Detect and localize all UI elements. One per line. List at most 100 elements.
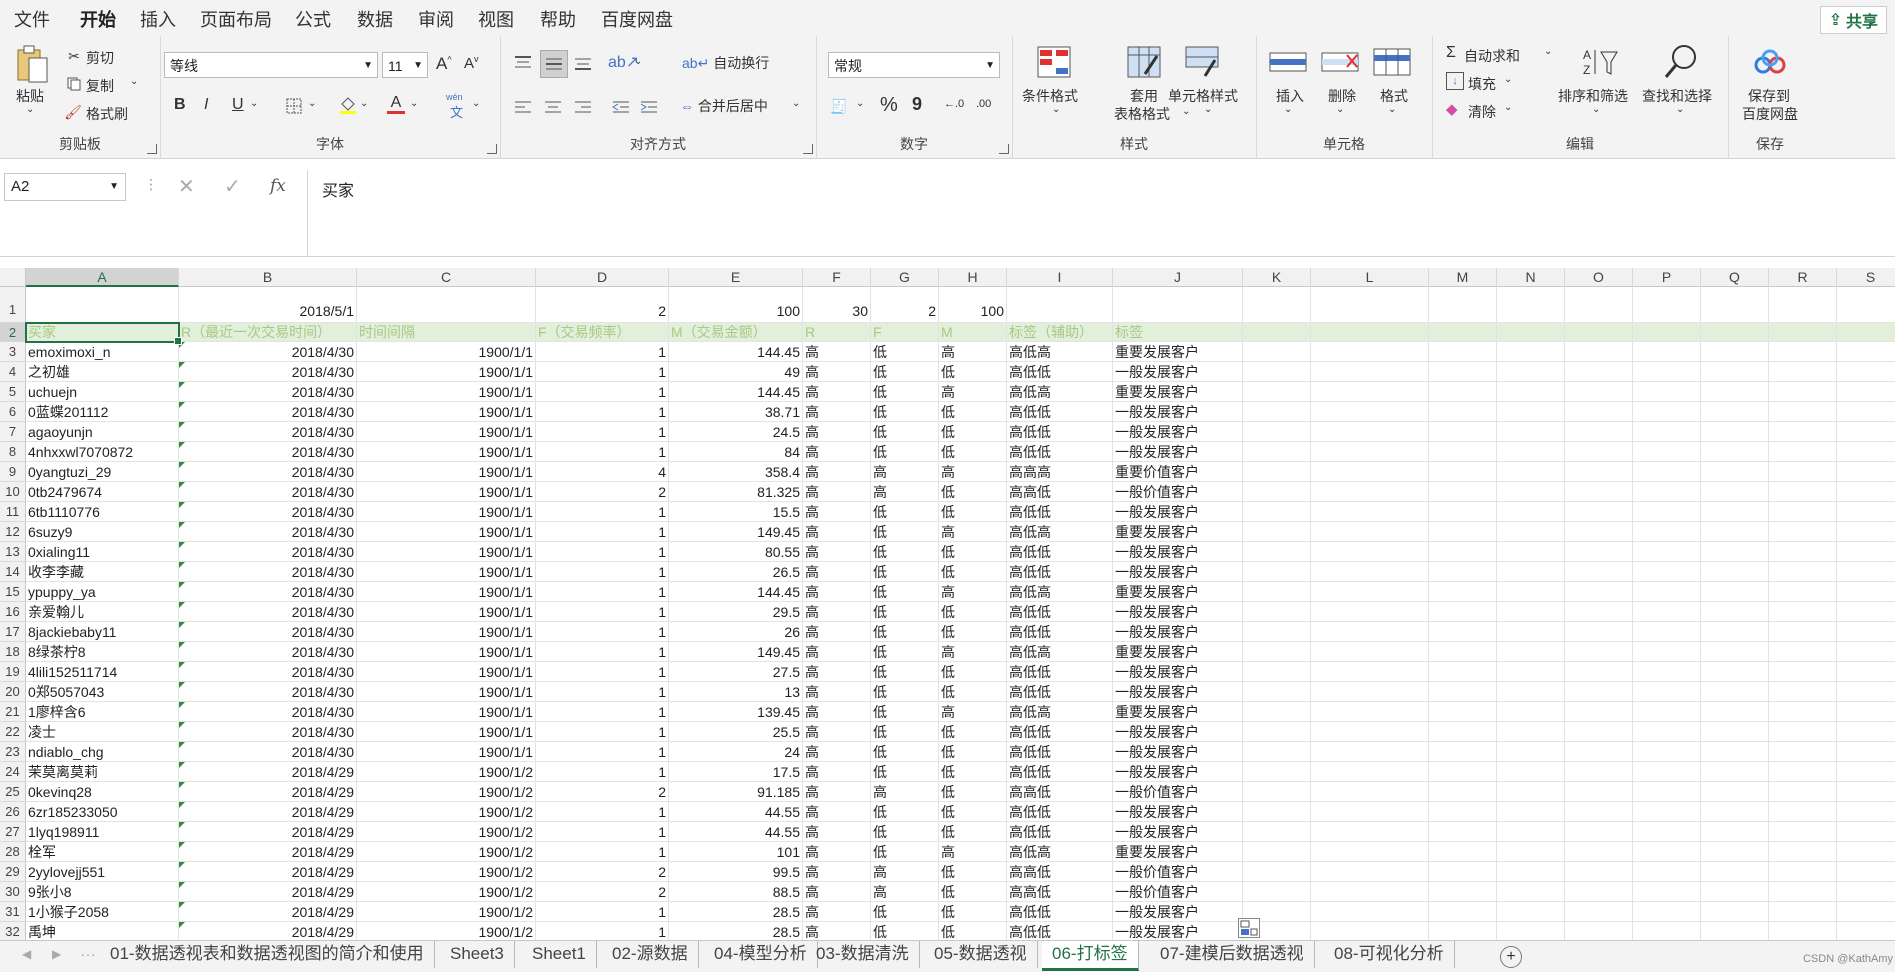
cell[interactable]: 1900/1/1 bbox=[357, 442, 536, 462]
decrease-indent-icon[interactable] bbox=[610, 96, 632, 118]
orientation-dropdown-icon[interactable]: ⌄ bbox=[634, 56, 642, 67]
cell[interactable]: 91.185 bbox=[669, 782, 803, 802]
column-header[interactable]: M bbox=[1429, 268, 1497, 287]
cell[interactable] bbox=[1701, 802, 1769, 822]
cell[interactable]: 一般价值客户 bbox=[1113, 482, 1243, 502]
cell[interactable] bbox=[1311, 842, 1429, 862]
cell[interactable] bbox=[1497, 642, 1565, 662]
cell[interactable]: 高 bbox=[803, 402, 871, 422]
cell[interactable]: 1900/1/1 bbox=[357, 582, 536, 602]
cell[interactable] bbox=[1497, 562, 1565, 582]
cell[interactable] bbox=[1311, 702, 1429, 722]
cell[interactable]: 149.45 bbox=[669, 642, 803, 662]
cell[interactable] bbox=[1701, 323, 1769, 342]
more-sheets-icon[interactable]: … bbox=[80, 943, 96, 961]
cell[interactable] bbox=[1837, 862, 1895, 882]
more-options-icon[interactable]: ⋮ bbox=[144, 176, 158, 193]
cell[interactable]: 1900/1/1 bbox=[357, 502, 536, 522]
cell[interactable] bbox=[1701, 422, 1769, 442]
column-header[interactable]: B bbox=[179, 268, 357, 287]
cell[interactable] bbox=[1565, 502, 1633, 522]
cell[interactable] bbox=[1497, 702, 1565, 722]
cell[interactable] bbox=[1769, 642, 1837, 662]
cell[interactable] bbox=[1701, 762, 1769, 782]
cell[interactable]: 一般发展客户 bbox=[1113, 442, 1243, 462]
cell[interactable]: 2018/4/29 bbox=[179, 782, 357, 802]
cell[interactable] bbox=[1429, 762, 1497, 782]
cell[interactable] bbox=[1429, 662, 1497, 682]
cell[interactable]: 1 bbox=[536, 682, 669, 702]
cell[interactable] bbox=[1429, 287, 1497, 323]
cell[interactable]: 高 bbox=[803, 542, 871, 562]
cell[interactable]: 1 bbox=[536, 542, 669, 562]
cell[interactable] bbox=[1243, 542, 1311, 562]
column-header[interactable]: F bbox=[803, 268, 871, 287]
column-header[interactable]: A bbox=[26, 268, 179, 287]
cell[interactable] bbox=[1769, 342, 1837, 362]
border-dropdown-icon[interactable]: ⌄ bbox=[308, 98, 316, 109]
cell[interactable]: 2018/4/29 bbox=[179, 862, 357, 882]
cell[interactable] bbox=[1565, 422, 1633, 442]
cell[interactable]: F bbox=[871, 323, 939, 342]
cell[interactable]: 1900/1/2 bbox=[357, 842, 536, 862]
cell[interactable] bbox=[1429, 442, 1497, 462]
cell[interactable]: 低 bbox=[939, 922, 1007, 940]
cell[interactable]: 2 bbox=[536, 862, 669, 882]
cell[interactable]: 低 bbox=[871, 842, 939, 862]
cell[interactable] bbox=[1243, 442, 1311, 462]
cell[interactable] bbox=[1243, 602, 1311, 622]
cell[interactable] bbox=[1497, 742, 1565, 762]
cell[interactable] bbox=[1633, 562, 1701, 582]
cut-button[interactable]: 剪切 bbox=[86, 48, 114, 68]
cell[interactable]: 低 bbox=[871, 562, 939, 582]
number-launcher-icon[interactable] bbox=[999, 144, 1009, 154]
cell[interactable] bbox=[1565, 802, 1633, 822]
cell[interactable] bbox=[1243, 662, 1311, 682]
cell[interactable]: 144.45 bbox=[669, 342, 803, 362]
clear-button[interactable]: 清除 bbox=[1468, 102, 1496, 122]
cell[interactable]: 低 bbox=[871, 402, 939, 422]
cell[interactable] bbox=[1633, 722, 1701, 742]
cell[interactable] bbox=[1497, 842, 1565, 862]
cell[interactable] bbox=[1633, 502, 1701, 522]
row-header[interactable]: 13 bbox=[0, 542, 26, 562]
row-header[interactable]: 11 bbox=[0, 502, 26, 522]
cell[interactable] bbox=[1565, 342, 1633, 362]
row-header[interactable]: 17 bbox=[0, 622, 26, 642]
sort-filter-button[interactable]: 排序和筛选 bbox=[1558, 86, 1628, 106]
cell[interactable]: 100 bbox=[939, 287, 1007, 323]
cell[interactable] bbox=[1565, 742, 1633, 762]
cell[interactable] bbox=[1429, 362, 1497, 382]
cell[interactable]: 高 bbox=[939, 582, 1007, 602]
cell[interactable] bbox=[1243, 342, 1311, 362]
cell[interactable]: 重要发展客户 bbox=[1113, 642, 1243, 662]
cell[interactable]: 2018/4/30 bbox=[179, 722, 357, 742]
font-launcher-icon[interactable] bbox=[487, 144, 497, 154]
cell[interactable] bbox=[1565, 462, 1633, 482]
cell[interactable]: 101 bbox=[669, 842, 803, 862]
cell[interactable]: 高 bbox=[939, 382, 1007, 402]
cell[interactable]: M（交易金额） bbox=[669, 323, 803, 342]
cell[interactable]: 高 bbox=[939, 842, 1007, 862]
cell[interactable]: 0yangtuzi_29 bbox=[26, 462, 179, 482]
cell[interactable]: 一般发展客户 bbox=[1113, 542, 1243, 562]
cell[interactable]: 2018/4/30 bbox=[179, 542, 357, 562]
cell[interactable] bbox=[1769, 462, 1837, 482]
cell[interactable] bbox=[1837, 582, 1895, 602]
cell[interactable] bbox=[1701, 562, 1769, 582]
cell[interactable] bbox=[1243, 742, 1311, 762]
cell[interactable]: 低 bbox=[871, 662, 939, 682]
menu-tab[interactable]: 开始 bbox=[80, 6, 116, 40]
find-dropdown-icon[interactable]: ⌄ bbox=[1676, 104, 1684, 115]
cell[interactable] bbox=[1311, 662, 1429, 682]
cell[interactable] bbox=[1837, 882, 1895, 902]
column-header[interactable]: K bbox=[1243, 268, 1311, 287]
cell[interactable] bbox=[1837, 602, 1895, 622]
cell[interactable] bbox=[1429, 922, 1497, 940]
row-header[interactable]: 16 bbox=[0, 602, 26, 622]
cell[interactable] bbox=[1565, 822, 1633, 842]
cell[interactable]: 高低低 bbox=[1007, 722, 1113, 742]
cell[interactable]: 高 bbox=[939, 342, 1007, 362]
cell[interactable]: 高 bbox=[803, 802, 871, 822]
cell[interactable]: R bbox=[803, 323, 871, 342]
